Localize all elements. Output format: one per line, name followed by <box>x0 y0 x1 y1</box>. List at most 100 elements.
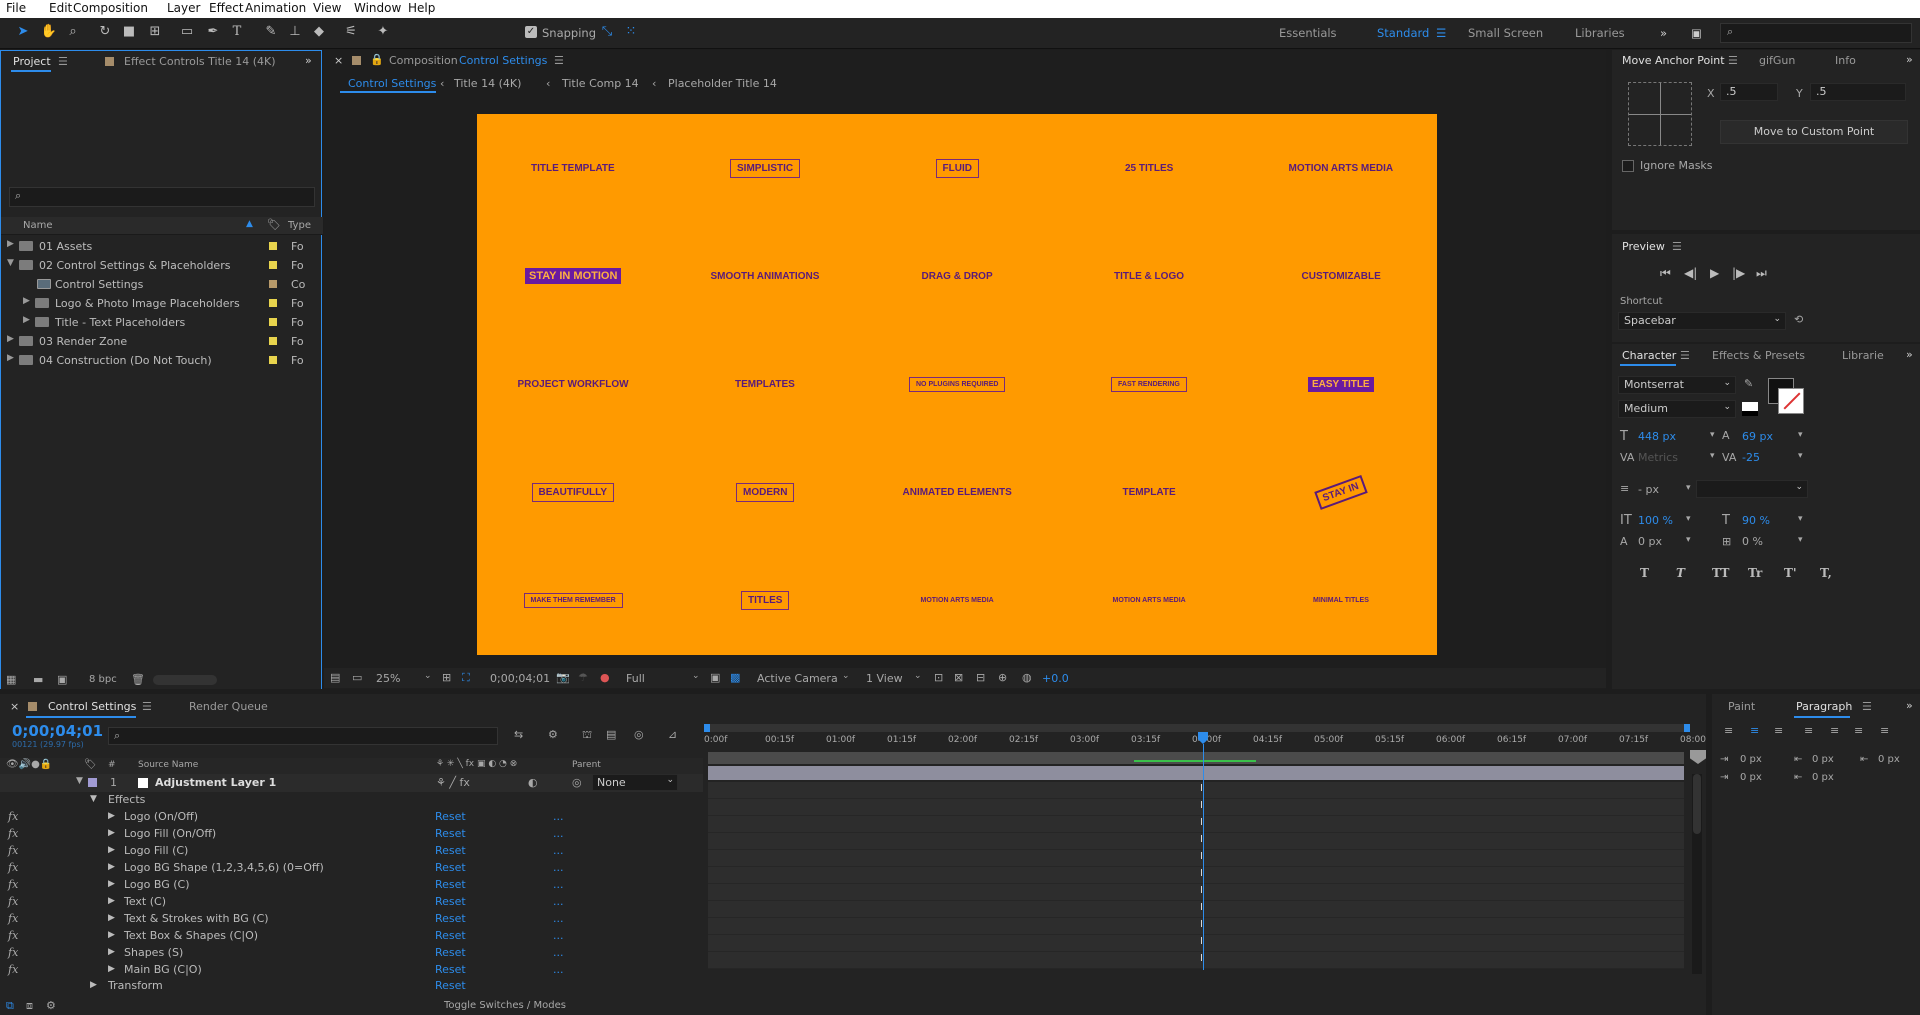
layer-label-color[interactable] <box>88 778 97 787</box>
effect-reset-link[interactable]: Reset <box>435 878 466 891</box>
layer-duration-bar[interactable] <box>708 766 1684 780</box>
parent-select[interactable]: None ⌄ <box>592 774 678 791</box>
hand-tool-icon[interactable]: ✋ <box>40 23 58 41</box>
brush-tool-icon[interactable]: ✎ <box>262 23 280 41</box>
effect-row[interactable]: fx ▶ Logo (On/Off) Reset... <box>0 809 700 826</box>
layer-name[interactable]: Adjustment Layer 1 <box>155 776 276 789</box>
always-preview-icon[interactable]: ▤ <box>330 671 340 684</box>
column-name[interactable]: Name <box>23 220 53 231</box>
tab-move-anchor[interactable]: Move Anchor Point <box>1622 54 1725 67</box>
mask-visibility-icon[interactable]: ⛶ <box>462 671 470 685</box>
layer-row[interactable]: ▼ 1 Adjustment Layer 1 ⚘ ╱ fx ◐ ◎ None ⌄ <box>0 774 703 792</box>
effect-row[interactable]: fx ▶ Logo Fill (On/Off) Reset... <box>0 826 700 843</box>
font-size-value[interactable]: 448 px <box>1638 430 1676 443</box>
grid-icon[interactable]: ⊞ <box>442 671 451 684</box>
zoom-level-select[interactable]: 25% <box>376 672 400 685</box>
comp-marker-bar[interactable] <box>708 752 1684 764</box>
effect-expand-icon[interactable]: ▶ <box>108 811 115 821</box>
column-source-name[interactable]: Source Name <box>138 760 198 770</box>
effect-options-link[interactable]: ... <box>553 946 564 959</box>
effect-expand-icon[interactable]: ▶ <box>108 896 115 906</box>
menu-animation[interactable]: Animation <box>245 1 306 15</box>
anchor-x-input[interactable]: .5 <box>1720 83 1778 101</box>
project-item-label[interactable] <box>269 318 277 326</box>
workspace-libraries[interactable]: Libraries <box>1575 26 1625 40</box>
new-folder-icon[interactable]: ▬ <box>33 673 43 686</box>
column-parent[interactable]: Parent <box>572 760 601 770</box>
effect-reset-link[interactable]: Reset <box>435 929 466 942</box>
effect-track[interactable]: I <box>708 782 1684 799</box>
prev-frame-icon[interactable]: ◀| <box>1684 266 1697 280</box>
effect-options-link[interactable]: ... <box>553 963 564 976</box>
draft-3d-icon[interactable]: ⚙ <box>548 728 558 741</box>
project-item[interactable]: Control Settings Co <box>1 275 319 294</box>
work-area-end-handle[interactable] <box>1684 724 1690 732</box>
workspace-standard[interactable]: Standard <box>1377 26 1429 40</box>
project-item-label[interactable] <box>269 337 277 345</box>
pickwhip-icon[interactable]: ◎ <box>572 776 582 789</box>
project-item[interactable]: ▶ Title - Text Placeholders Fo <box>1 313 319 332</box>
menu-composition[interactable]: Composition <box>73 1 148 15</box>
close-comp-icon[interactable]: × <box>334 54 343 67</box>
stroke-style-select[interactable]: ⌄ <box>1696 480 1808 498</box>
align-left-icon[interactable]: ≡ <box>1724 724 1733 737</box>
fx-icon[interactable]: fx <box>8 929 18 942</box>
timeline-icon[interactable]: ⊟ <box>976 671 985 684</box>
zoom-tool-icon[interactable]: ⌕ <box>64 23 82 41</box>
breadcrumb-title-comp[interactable]: Title Comp 14 <box>562 77 639 90</box>
next-frame-icon[interactable]: |▶ <box>1732 266 1745 280</box>
character-menu-icon[interactable]: ☰ <box>1680 349 1690 362</box>
effect-options-link[interactable]: ... <box>553 844 564 857</box>
fx-icon[interactable]: fx <box>8 827 18 840</box>
comp-mini-flowchart-icon[interactable]: ⇆ <box>514 728 523 741</box>
horizontal-scale-value[interactable]: 90 % <box>1742 514 1770 527</box>
effect-track[interactable]: I <box>708 884 1684 901</box>
toggle-switches-modes[interactable]: Toggle Switches / Modes <box>444 1000 566 1011</box>
effect-track[interactable]: I <box>708 850 1684 867</box>
new-comp-icon[interactable]: ▣ <box>57 673 67 686</box>
playhead-line[interactable] <box>1203 744 1204 970</box>
collapsed-chevron-icon[interactable]: ▶ <box>23 296 30 306</box>
fx-icon[interactable]: fx <box>8 861 18 874</box>
interpret-footage-icon[interactable]: ▦ <box>6 673 16 686</box>
effect-track[interactable]: I <box>708 918 1684 935</box>
effect-reset-link[interactable]: Reset <box>435 827 466 840</box>
reset-exposure-icon[interactable]: ◍ <box>1022 671 1032 684</box>
effect-expand-icon[interactable]: ▶ <box>108 862 115 872</box>
panel-overflow-icon[interactable]: » <box>305 54 312 67</box>
timeline-graph-area[interactable]: 0:00f 00:15f 01:00f 01:15f 02:00f 02:15f 03:00… <box>704 724 1706 1014</box>
paragraph-menu-icon[interactable]: ☰ <box>1862 700 1872 713</box>
tab-project[interactable]: Project <box>13 55 51 68</box>
work-area-start-handle[interactable] <box>704 724 710 732</box>
breadcrumb-control-settings[interactable]: Control Settings <box>348 77 436 90</box>
clone-stamp-tool-icon[interactable]: ⊥ <box>286 23 304 41</box>
collapsed-chevron-icon[interactable]: ▶ <box>7 353 14 363</box>
label-column-icon[interactable]: 🏷 <box>267 218 281 231</box>
project-item[interactable]: ▶ 04 Construction (Do Not Touch) Fo <box>1 351 319 370</box>
adjustment-switch-icon[interactable]: ◐ <box>528 776 538 789</box>
indent-right-value[interactable]: 0 px <box>1878 754 1900 765</box>
first-frame-icon[interactable]: ⏮ <box>1660 266 1671 281</box>
effect-expand-icon[interactable]: ▶ <box>108 828 115 838</box>
close-timeline-icon[interactable]: × <box>10 700 19 713</box>
effect-track[interactable]: I <box>708 867 1684 884</box>
small-caps-button[interactable]: Tr <box>1748 566 1762 580</box>
tab-info[interactable]: Info <box>1835 54 1856 67</box>
tsume-value[interactable]: 0 % <box>1742 535 1763 548</box>
current-time[interactable]: 0;00;04;01 <box>490 672 550 685</box>
selection-tool-icon[interactable]: ➤ <box>14 23 32 41</box>
comp-tab-name[interactable]: Control Settings <box>459 54 547 67</box>
effect-track[interactable]: I <box>708 935 1684 952</box>
effect-track[interactable]: I <box>708 952 1684 969</box>
effect-options-link[interactable]: ... <box>553 929 564 942</box>
faux-bold-button[interactable]: T <box>1640 566 1649 580</box>
tab-paragraph[interactable]: Paragraph <box>1796 700 1852 713</box>
collapsed-chevron-icon[interactable]: ▶ <box>7 239 14 249</box>
fx-icon[interactable]: fx <box>8 895 18 908</box>
modes-pane-icon[interactable]: ⧈ <box>26 999 33 1013</box>
stroke-color-swatch[interactable] <box>1778 388 1804 414</box>
stroke-width-value[interactable]: - px <box>1638 483 1659 496</box>
effect-expand-icon[interactable]: ▶ <box>108 845 115 855</box>
fx-icon[interactable]: fx <box>8 912 18 925</box>
menu-effect[interactable]: Effect <box>209 1 244 15</box>
